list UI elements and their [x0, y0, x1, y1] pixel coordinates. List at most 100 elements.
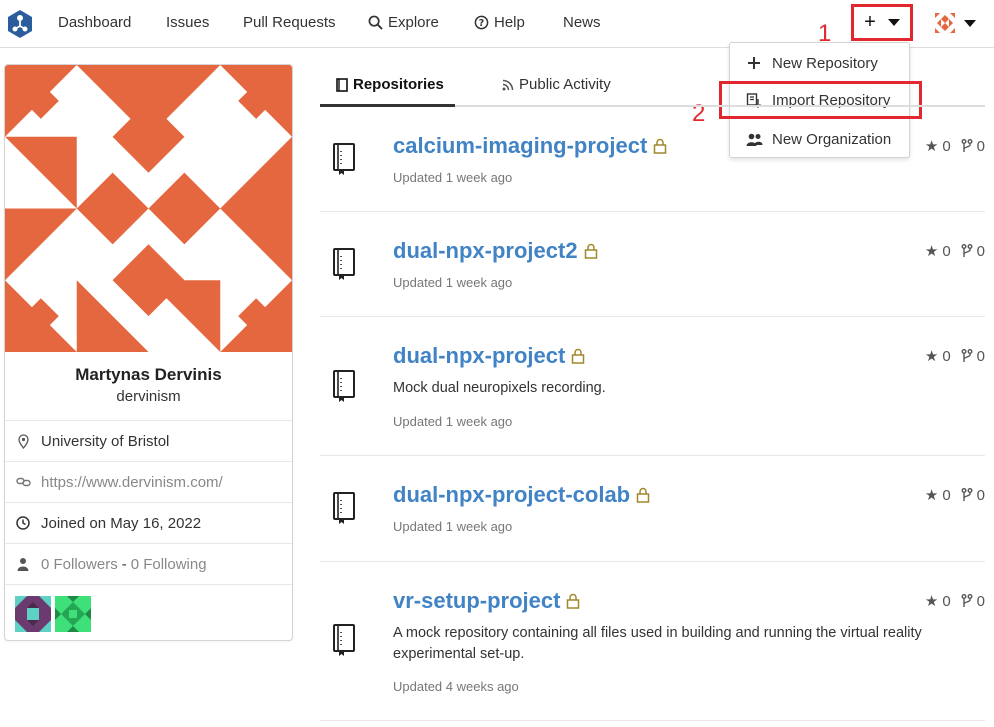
repo-updated-time: Updated 1 week ago: [393, 414, 513, 429]
following-link[interactable]: 0 Following: [131, 556, 207, 573]
star-icon: ★: [924, 243, 939, 260]
follow-separator: -: [121, 555, 127, 573]
nav-help[interactable]: ? Help: [474, 14, 525, 31]
profile-follow-row: 0 Followers - 0 Following: [5, 543, 292, 584]
repo-name-link[interactable]: calcium-imaging-project: [393, 133, 667, 159]
star-count: 0: [942, 592, 951, 610]
nav-explore-label: Explore: [388, 14, 439, 31]
repo-name: dual-npx-project: [393, 343, 566, 368]
nav-dashboard[interactable]: Dashboard: [58, 14, 131, 31]
repo-item: dual-npx-project2 Updated 1 week ago ★ 0 …: [320, 212, 985, 317]
fork-icon: [961, 349, 973, 362]
repo-stats: ★ 0 0: [924, 486, 985, 505]
fork-count: 0: [976, 486, 985, 504]
repo-stats: ★ 0 0: [924, 137, 985, 156]
profile-tabs: Repositories Public Activity: [320, 64, 985, 107]
question-circle-icon: ?: [474, 15, 489, 30]
repo-item: vr-setup-project A mock repository conta…: [320, 562, 985, 721]
tab-label: Repositories: [353, 76, 444, 93]
profile-website-row: https://www.dervinism.com/: [5, 461, 292, 502]
fork-count: 0: [976, 242, 985, 260]
fork-count: 0: [976, 347, 985, 365]
repo-name: dual-npx-project2: [393, 238, 578, 263]
profile-card: Martynas Dervinis dervinism University o…: [4, 64, 293, 641]
repo-updated-time: Updated 4 weeks ago: [393, 679, 519, 694]
plus-icon: +: [864, 11, 876, 33]
user-avatar: [932, 10, 958, 36]
top-navbar: Dashboard Issues Pull Requests Explore ?…: [0, 0, 994, 48]
nav-pull-requests[interactable]: Pull Requests: [243, 14, 336, 31]
star-icon: ★: [924, 348, 939, 365]
organization-avatar[interactable]: [15, 596, 51, 632]
repo-name-link[interactable]: vr-setup-project: [393, 588, 580, 614]
nav-help-label: Help: [494, 14, 525, 31]
repo-item: dual-npx-project-colab Updated 1 week ag…: [320, 456, 985, 562]
repo-item: dual-npx-project Mock dual neuropixels r…: [320, 317, 985, 456]
clock-icon: [15, 516, 31, 530]
repository-book-icon: [333, 624, 355, 656]
tab-repositories[interactable]: Repositories: [336, 76, 444, 93]
tab-public-activity[interactable]: Public Activity: [502, 76, 611, 93]
book-icon: [336, 77, 348, 92]
repo-description: A mock repository containing all files u…: [393, 625, 922, 662]
fork-icon: [961, 139, 973, 152]
profile-joined-row: Joined on May 16, 2022: [5, 502, 292, 543]
svg-text:?: ?: [479, 18, 484, 29]
caret-down-icon: [887, 19, 900, 26]
repo-updated-time: Updated 1 week ago: [393, 275, 513, 290]
star-count: 0: [942, 137, 951, 155]
fork-icon: [961, 488, 973, 501]
lock-icon: [572, 348, 585, 364]
fork-icon: [961, 244, 973, 257]
link-icon: [15, 476, 31, 488]
profile-username: dervinism: [116, 388, 181, 405]
fork-icon: [961, 594, 973, 607]
tab-label: Public Activity: [519, 76, 611, 93]
repo-stats: ★ 0 0: [924, 347, 985, 366]
repo-name-link[interactable]: dual-npx-project: [393, 343, 585, 369]
caret-down-icon: [964, 19, 976, 27]
fork-count: 0: [976, 592, 985, 610]
repo-description: Mock dual neuropixels recording.: [393, 380, 606, 396]
repo-stats: ★ 0 0: [924, 592, 985, 611]
star-count: 0: [942, 347, 951, 365]
lock-icon: [636, 487, 650, 503]
star-count: 0: [942, 242, 951, 260]
star-icon: ★: [924, 138, 939, 155]
nav-news[interactable]: News: [563, 14, 601, 31]
repo-name: calcium-imaging-project: [393, 133, 648, 158]
fork-count: 0: [976, 137, 985, 155]
nav-explore[interactable]: Explore: [368, 14, 439, 31]
rss-icon: [502, 79, 514, 90]
repository-book-icon: [333, 248, 355, 280]
lock-icon: [567, 593, 580, 609]
profile-full-name: Martynas Dervinis: [75, 365, 222, 384]
profile-location: University of Bristol: [41, 432, 170, 450]
organization-avatar[interactable]: [55, 596, 91, 632]
nav-issues[interactable]: Issues: [166, 14, 209, 31]
person-icon: [15, 557, 31, 571]
repo-stats: ★ 0 0: [924, 242, 985, 261]
location-pin-icon: [15, 433, 31, 449]
repo-updated-time: Updated 1 week ago: [393, 170, 513, 185]
profile-location-row: University of Bristol: [5, 420, 292, 461]
repo-updated-time: Updated 1 week ago: [393, 519, 513, 534]
profile-website-link[interactable]: https://www.dervinism.com/: [41, 474, 223, 491]
star-icon: ★: [924, 593, 939, 610]
lock-icon: [654, 138, 667, 154]
search-icon: [368, 15, 383, 30]
repo-name-link[interactable]: dual-npx-project-colab: [393, 482, 650, 508]
repository-book-icon: [333, 370, 355, 402]
profile-identicon: [5, 65, 292, 352]
repo-name-link[interactable]: dual-npx-project2: [393, 238, 598, 264]
repo-name: vr-setup-project: [393, 588, 561, 613]
followers-link[interactable]: 0 Followers: [41, 556, 118, 573]
gitea-logo-icon[interactable]: [7, 9, 33, 39]
star-icon: ★: [924, 487, 939, 504]
star-count: 0: [942, 486, 951, 504]
user-menu-button[interactable]: [932, 10, 976, 36]
create-new-dropdown-button[interactable]: +: [851, 4, 913, 41]
repo-name: dual-npx-project-colab: [393, 482, 631, 507]
repository-book-icon: [333, 492, 355, 524]
lock-icon: [584, 243, 597, 259]
